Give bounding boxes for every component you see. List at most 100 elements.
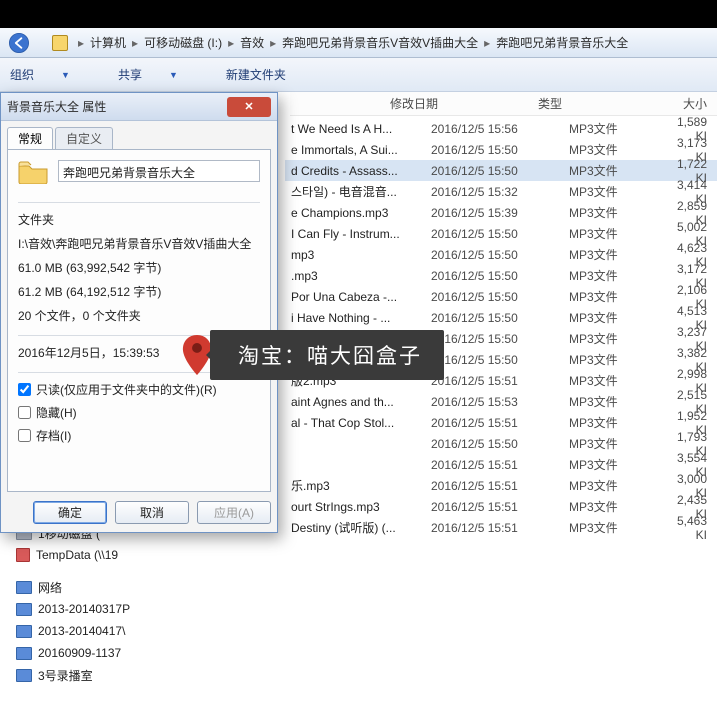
file-row[interactable]: 乐.mp32016/12/5 15:51MP3文件3,000 KI [285,475,717,496]
file-date: 2016/12/5 15:32 [431,185,569,199]
dialog-titlebar[interactable]: 背景音乐大全 属性 ✕ [1,93,277,121]
file-type: MP3文件 [569,267,669,284]
file-row[interactable]: al - That Cop Stol...2016/12/5 15:51MP3文… [285,412,717,433]
file-date: 2016/12/5 15:50 [431,311,569,325]
file-date: 2016/12/5 15:51 [431,416,569,430]
file-type: MP3文件 [569,183,669,200]
column-headers: 修改日期 类型 大小 [290,92,717,116]
file-date: 2016/12/5 15:50 [431,437,569,451]
col-date[interactable]: 修改日期 [390,95,538,112]
file-name: .mp3 [291,269,431,283]
crumb[interactable]: 奔跑吧兄弟背景音乐V音效V插曲大全 [282,34,478,51]
file-row[interactable]: aint Agnes and th...2016/12/5 15:53MP3文件… [285,391,717,412]
readonly-checkbox[interactable]: 只读(仅应用于文件夹中的文件)(R) [18,381,260,398]
file-date: 2016/12/5 15:50 [431,164,569,178]
cancel-button[interactable]: 取消 [115,501,189,524]
file-type: MP3文件 [569,477,669,494]
file-list: t We Need Is A H...2016/12/5 15:56MP3文件1… [285,118,717,538]
file-row[interactable]: Destiny (试听版) (...2016/12/5 15:51MP3文件5,… [285,517,717,538]
desktop-strip [0,0,717,28]
file-date: 2016/12/5 15:51 [431,521,569,535]
close-button[interactable]: ✕ [227,97,271,117]
file-date: 2016/12/5 15:50 [431,143,569,157]
file-row[interactable]: e Champions.mp32016/12/5 15:39MP3文件2,859… [285,202,717,223]
crumb[interactable]: 音效 [240,34,264,51]
file-row[interactable]: mp32016/12/5 15:50MP3文件4,623 KI [285,244,717,265]
file-row[interactable]: d Credits - Assass...2016/12/5 15:50MP3文… [285,160,717,181]
file-row[interactable]: i Have Nothing - ...2016/12/5 15:50MP3文件… [285,307,717,328]
file-date: 2016/12/5 15:53 [431,395,569,409]
new-folder-button[interactable]: 新建文件夹 [226,66,286,83]
tab-panel: 奔跑吧兄弟背景音乐大全 文件夹 I:\音效\奔跑吧兄弟背景音乐V音效V插曲大全 … [7,149,271,492]
file-row[interactable]: 스타일) - 电音混音...2016/12/5 15:32MP3文件3,414 … [285,181,717,202]
file-name: mp3 [291,248,431,262]
file-name: i Have Nothing - ... [291,311,431,325]
file-name: 乐.mp3 [291,477,431,494]
folder-name-input[interactable]: 奔跑吧兄弟背景音乐大全 [58,160,260,182]
file-row[interactable]: I Can Fly - Instrum...2016/12/5 15:50MP3… [285,223,717,244]
size-value: 61.0 MB (63,992,542 字节) [18,259,260,276]
nav-back-button[interactable] [4,30,42,56]
tree-item[interactable]: 网络 [6,576,130,598]
nav-tree: 1移动磁盘 ( TempData (\\19 网络 2013-20140317P… [6,522,130,707]
file-date: 2016/12/5 15:50 [431,227,569,241]
organize-menu[interactable]: 组织▼ [10,66,94,83]
location-value: I:\音效\奔跑吧兄弟背景音乐V音效V插曲大全 [18,235,260,252]
apply-button[interactable]: 应用(A) [197,501,271,524]
file-type: MP3文件 [569,246,669,263]
hidden-checkbox[interactable]: 隐藏(H) [18,404,260,421]
crumb-computer[interactable]: 计算机 [90,34,126,51]
file-name: t We Need Is A H... [291,122,431,136]
tree-item[interactable]: TempData (\\19 [6,544,130,566]
crumb-drive[interactable]: 可移动磁盘 (I:) [144,34,222,51]
file-type: MP3文件 [569,519,669,536]
file-row[interactable]: 2016/12/5 15:50MP3文件1,793 KI [285,433,717,454]
archive-checkbox[interactable]: 存档(I) [18,427,260,444]
file-row[interactable]: 2016/12/5 15:51MP3文件3,554 KI [285,454,717,475]
tree-item[interactable]: 3号录播室 [6,664,130,686]
file-type: MP3文件 [569,456,669,473]
file-date: 2016/12/5 15:51 [431,458,569,472]
file-type: MP3文件 [569,351,669,368]
type-label: 文件夹 [18,211,260,228]
file-name: aint Agnes and th... [291,395,431,409]
file-name: e Immortals, A Sui... [291,143,431,157]
chevron-right-icon: ▸ [270,36,276,50]
tree-item[interactable]: 2013-20140417\ [6,620,130,642]
tree-item[interactable]: 20160909-1137 [6,642,130,664]
file-type: MP3文件 [569,162,669,179]
file-type: MP3文件 [569,435,669,452]
file-row[interactable]: t We Need Is A H...2016/12/5 15:56MP3文件1… [285,118,717,139]
crumb[interactable]: 奔跑吧兄弟背景音乐大全 [496,34,628,51]
file-size: 5,463 KI [669,514,717,542]
file-name: Por Una Cabeza -... [291,290,431,304]
file-type: MP3文件 [569,330,669,347]
share-menu[interactable]: 共享▼ [118,66,202,83]
file-type: MP3文件 [569,414,669,431]
size-on-disk-value: 61.2 MB (64,192,512 字节) [18,283,260,300]
watermark-text: 淘宝：喵大囧盒子 [210,330,444,380]
file-row[interactable]: e Immortals, A Sui...2016/12/5 15:50MP3文… [285,139,717,160]
ok-button[interactable]: 确定 [33,501,107,524]
file-name: Destiny (试听版) (... [291,519,431,536]
file-date: 2016/12/5 15:50 [431,353,569,367]
file-type: MP3文件 [569,498,669,515]
file-type: MP3文件 [569,393,669,410]
file-row[interactable]: .mp32016/12/5 15:50MP3文件3,172 KI [285,265,717,286]
file-row[interactable]: ourt StrIngs.mp32016/12/5 15:51MP3文件2,43… [285,496,717,517]
tab-custom[interactable]: 自定义 [55,127,113,149]
file-row[interactable]: Por Una Cabeza -...2016/12/5 15:50MP3文件2… [285,286,717,307]
file-type: MP3文件 [569,309,669,326]
contains-value: 20 个文件，0 个文件夹 [18,307,260,324]
file-date: 2016/12/5 15:50 [431,269,569,283]
file-type: MP3文件 [569,141,669,158]
col-size[interactable]: 大小 [638,95,717,112]
properties-dialog: 背景音乐大全 属性 ✕ 常规 自定义 奔跑吧兄弟背景音乐大全 文件夹 I:\音效… [0,92,278,533]
tab-general[interactable]: 常规 [7,127,53,149]
col-type[interactable]: 类型 [538,95,638,112]
file-type: MP3文件 [569,225,669,242]
address-bar: ▸ 计算机 ▸ 可移动磁盘 (I:) ▸ 音效 ▸ 奔跑吧兄弟背景音乐V音效V插… [0,28,717,58]
tree-item[interactable]: 2013-20140317P [6,598,130,620]
file-date: 2016/12/5 15:50 [431,290,569,304]
file-type: MP3文件 [569,372,669,389]
